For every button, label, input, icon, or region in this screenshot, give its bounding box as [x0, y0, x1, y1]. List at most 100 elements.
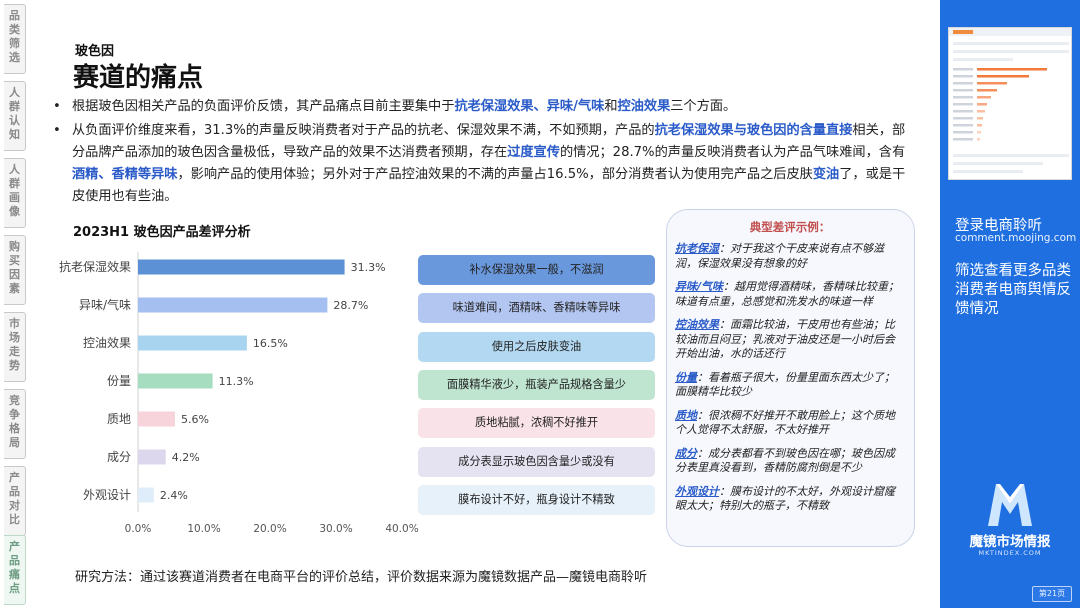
- left-tab-char: 争: [9, 408, 20, 421]
- left-tab-char: 产: [9, 471, 20, 484]
- data-label: 5.6%: [181, 413, 209, 426]
- left-tab-2[interactable]: 人群画像: [4, 158, 26, 228]
- logo-subtext: MKTINDEX.COM: [978, 549, 1042, 557]
- left-tab-char: 画: [9, 191, 20, 204]
- example-item: 异味/气味：越用觉得酒精味，香精味比较重；味道有点重，总感觉和洗发水的味道一样: [675, 280, 905, 309]
- x-tick-label: 10.0%: [187, 523, 220, 535]
- research-method-note: 研究方法：通过该赛道消费者在电商平台的评价总结，评价数据来源为魔镜数据产品—魔镜…: [75, 570, 648, 585]
- x-tick-label: 30.0%: [319, 523, 352, 535]
- complaint-summary-pill: 膜布设计不好，瓶身设计不精致: [418, 484, 655, 515]
- left-tab-char: 对: [9, 499, 20, 512]
- left-tab-char: 品: [9, 554, 20, 567]
- left-tab-char: 类: [9, 23, 20, 36]
- example-item: 份量：看着瓶子很大，份量里面东西太少了；面膜精华比较少: [675, 371, 905, 400]
- example-key: 外观设计: [675, 484, 719, 498]
- bar: [138, 297, 328, 313]
- left-tab-5[interactable]: 竞争格局: [4, 389, 26, 459]
- example-key: 质地: [675, 408, 697, 422]
- complaint-summary-pill: 使用之后皮肤变油: [418, 331, 655, 362]
- left-tab-1[interactable]: 人群认知: [4, 81, 26, 151]
- bar: [138, 335, 247, 351]
- body-text: 根据玻色因相关产品的负面评价反馈，其产品痛点目前主要集中于: [72, 99, 455, 114]
- example-item: 抗老保湿：对于我这个干皮来说有点不够滋润，保湿效果没有想象的好: [675, 242, 905, 271]
- examples-panel: 典型差评示例： 抗老保湿：对于我这个干皮来说有点不够滋润，保湿效果没有想象的好异…: [666, 209, 915, 547]
- mktindex-logo-icon: [988, 484, 1032, 526]
- left-tab-char: 势: [9, 359, 20, 372]
- category-label: 质地: [107, 412, 131, 426]
- category-label: 抗老保湿效果: [59, 259, 131, 274]
- complaint-summary-pill: 面膜精华液少，瓶装产品规格含量少: [418, 369, 655, 400]
- bar: [138, 487, 154, 503]
- example-text: ：很浓稠不好推开不敢用脸上；这个质地个人觉得不太舒服，不太好推开: [675, 408, 895, 437]
- bar: [138, 449, 166, 465]
- left-tab-6[interactable]: 产品对比: [4, 466, 26, 536]
- left-tab-0[interactable]: 品类筛选: [4, 4, 26, 74]
- highlight-text: 酒精、香精等异味: [72, 167, 178, 182]
- chart-title: 2023H1 玻色因产品差评分析: [73, 225, 251, 240]
- page-title: 赛道的痛点: [73, 63, 204, 93]
- example-item: 成分：成分表都看不到玻色因在哪；玻色因成分表里真没看到，香精防腐剂倒是不少: [675, 447, 905, 476]
- product-screenshot-thumbnail[interactable]: [948, 27, 1072, 180]
- highlight-text: 变油: [812, 167, 840, 182]
- example-key: 成分: [675, 446, 697, 460]
- left-tab-char: 痛: [9, 568, 20, 581]
- category-label: 控油效果: [83, 335, 131, 350]
- left-tab-char: 人: [9, 86, 20, 99]
- body-text: ，影响产品的使用体验；另外对于产品控油效果的不满的声量占16.5%，部分消费者认…: [177, 167, 813, 182]
- body-text: 和: [604, 99, 618, 114]
- data-label: 31.3%: [351, 261, 386, 274]
- left-tab-char: 买: [9, 254, 20, 267]
- category-label: 成分: [107, 450, 131, 464]
- category-label: 异味/气味: [79, 297, 131, 312]
- left-tab-char: 竞: [9, 394, 20, 407]
- body-text: 从负面评价维度来看，31.3%的声量反映消费者对于产品的抗老、保湿效果不满，不如…: [72, 123, 655, 138]
- right-promo-panel: 登录电商聆听 comment.moojing.com 筛选查看更多品类消费者电商…: [940, 0, 1080, 608]
- left-tab-char: 选: [9, 51, 20, 64]
- left-tab-4[interactable]: 市场走势: [4, 312, 26, 382]
- left-tab-char: 认: [9, 114, 20, 127]
- data-label: 4.2%: [172, 451, 200, 464]
- data-label: 11.3%: [219, 375, 254, 388]
- left-tab-char: 品: [9, 485, 20, 498]
- site-url-link[interactable]: comment.moojing.com: [955, 232, 1076, 244]
- bullet-paragraph: • 从负面评价维度来看，31.3%的声量反映消费者对于产品的抗老、保湿效果不满，不…: [50, 120, 918, 208]
- body-text: 三个方面。: [670, 99, 737, 114]
- left-tab-char: 产: [9, 540, 20, 553]
- examples-list: 抗老保湿：对于我这个干皮来说有点不够滋润，保湿效果没有想象的好 异味/气味：越用觉…: [675, 242, 905, 514]
- logo-text: 魔镜市场情报: [969, 534, 1051, 550]
- complaint-summary-pill: 补水保湿效果一般，不滋润: [418, 255, 655, 285]
- thumbnail-graphic: [949, 28, 1071, 173]
- data-label: 28.7%: [333, 299, 368, 312]
- left-tab-char: 点: [9, 582, 20, 595]
- example-item: 质地：很浓稠不好推开不敢用脸上；这个质地个人觉得不太舒服，不太好推开: [675, 409, 905, 438]
- left-tab-char: 知: [9, 128, 20, 141]
- example-text: ：成分表都看不到玻色因在哪；玻色因成分表里真没看到，香精防腐剂倒是不少: [675, 446, 895, 475]
- example-item: 控油效果：面霜比较油，干皮用也有些油；比较油而且闷豆；乳液对于油皮还是一小时后会…: [675, 318, 905, 362]
- bar: [138, 259, 345, 275]
- left-nav-tabs: 品类筛选人群认知人群画像购买因素市场走势竞争格局产品对比产品痛点: [0, 0, 30, 608]
- data-label: 2.4%: [160, 489, 188, 502]
- left-tab-char: 人: [9, 163, 20, 176]
- bar: [138, 373, 213, 389]
- category-label: 外观设计: [83, 488, 131, 502]
- bar-chart: 抗老保湿效果 31.3% 异味/气味 28.7% 控油效果 16.5% 份量 11.3% 质地 5…: [59, 252, 419, 535]
- highlight-text: 控油效果: [617, 99, 671, 114]
- left-tab-char: 局: [9, 436, 20, 449]
- left-tab-char: 筛: [9, 37, 20, 50]
- highlight-text: 抗老保湿效果、异味/气味: [454, 99, 605, 114]
- promo-description: 筛选查看更多品类消费者电商舆情反馈情况: [955, 263, 1071, 317]
- highlight-text: 抗老保湿效果与玻色因的含量直接: [654, 123, 853, 138]
- complaint-summary-pill: 味道难闻，酒精味、香精味等异味: [418, 293, 655, 324]
- left-tab-char: 购: [9, 240, 20, 253]
- bullet-dot-icon: •: [53, 123, 61, 138]
- left-tab-3[interactable]: 购买因素: [4, 235, 26, 305]
- left-tab-7[interactable]: 产品痛点: [4, 535, 26, 605]
- highlight-text: 过度宣传: [507, 145, 560, 160]
- left-tab-char: 市: [9, 317, 20, 330]
- left-tab-char: 素: [9, 282, 20, 295]
- left-tab-char: 品: [9, 9, 20, 22]
- example-key: 控油效果: [675, 318, 719, 331]
- example-item: 外观设计：膜布设计的不太好，外观设计窟窿眼太大；特别大的瓶子，不精致: [675, 485, 905, 514]
- bullet-dot-icon: •: [53, 99, 61, 114]
- x-tick-label: 0.0%: [125, 523, 152, 535]
